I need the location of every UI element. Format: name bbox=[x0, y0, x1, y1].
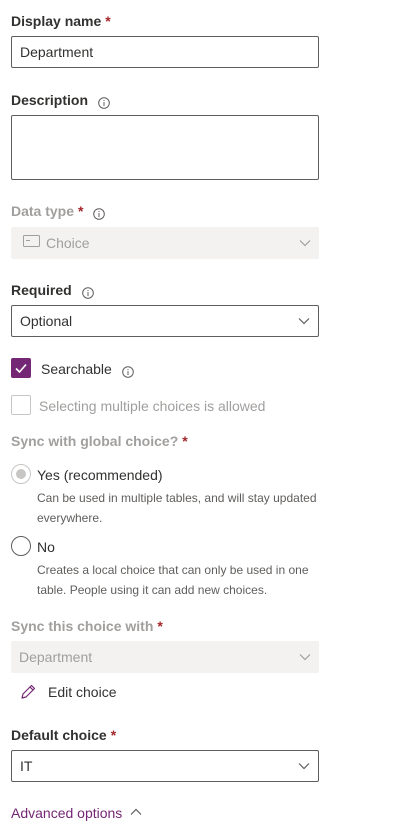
data-type-value: Choice bbox=[46, 235, 90, 251]
required-value: Optional bbox=[20, 313, 73, 329]
sync-yes-radio bbox=[11, 464, 31, 484]
chevron-down-icon bbox=[298, 306, 310, 336]
data-type-dropdown: Choice bbox=[11, 227, 319, 259]
searchable-checkbox[interactable] bbox=[11, 358, 31, 378]
choice-type-icon bbox=[23, 226, 40, 258]
chevron-down-icon bbox=[299, 641, 311, 673]
multiple-choices-label: Selecting multiple choices is allowed bbox=[39, 398, 266, 414]
info-icon[interactable] bbox=[121, 364, 134, 379]
sync-choice-label: Sync this choice with * bbox=[11, 617, 163, 635]
sync-no-description: Creates a local choice that can only be … bbox=[37, 563, 309, 597]
default-choice-label: Default choice * bbox=[11, 726, 116, 744]
display-name-label: Display name * bbox=[11, 12, 111, 30]
required-dropdown[interactable]: Optional bbox=[11, 305, 319, 337]
default-choice-value: IT bbox=[20, 758, 33, 774]
checkmark-icon bbox=[15, 363, 27, 374]
sync-yes-label: Yes (recommended) bbox=[37, 467, 163, 483]
sync-choice-value: Department bbox=[19, 649, 93, 665]
info-icon[interactable] bbox=[93, 206, 106, 221]
chevron-down-icon bbox=[298, 751, 310, 781]
description-textarea[interactable] bbox=[11, 115, 319, 180]
sync-global-label: Sync with global choice? * bbox=[11, 432, 188, 450]
required-asterisk: * bbox=[105, 13, 111, 29]
required-asterisk: * bbox=[78, 203, 84, 219]
required-asterisk: * bbox=[157, 618, 163, 634]
sync-no-label: No bbox=[37, 539, 55, 555]
sync-yes-description: Can be used in multiple tables, and will… bbox=[37, 491, 317, 525]
pencil-icon bbox=[19, 683, 37, 701]
searchable-label-text: Searchable bbox=[41, 361, 112, 377]
required-label-text: Required bbox=[11, 282, 72, 298]
sync-choice-label-text: Sync this choice with bbox=[11, 618, 154, 634]
display-name-label-text: Display name bbox=[11, 13, 102, 29]
advanced-options-toggle[interactable]: Advanced options bbox=[11, 805, 142, 821]
edit-choice-label: Edit choice bbox=[48, 684, 117, 700]
chevron-up-icon bbox=[130, 803, 142, 821]
info-icon[interactable] bbox=[81, 285, 94, 300]
data-type-label: Data type * bbox=[11, 202, 106, 221]
default-choice-label-text: Default choice bbox=[11, 727, 107, 743]
multiple-choices-checkbox bbox=[11, 395, 31, 415]
searchable-label: Searchable bbox=[41, 360, 134, 379]
advanced-options-label: Advanced options bbox=[11, 805, 123, 821]
sync-global-label-text: Sync with global choice? bbox=[11, 433, 179, 449]
required-asterisk: * bbox=[110, 727, 117, 743]
description-label: Description bbox=[11, 91, 110, 110]
data-type-label-text: Data type bbox=[11, 203, 75, 219]
description-label-text: Description bbox=[11, 92, 89, 108]
chevron-down-icon bbox=[299, 227, 311, 259]
sync-no-radio[interactable] bbox=[11, 536, 31, 556]
required-asterisk: * bbox=[182, 433, 188, 449]
info-icon[interactable] bbox=[98, 95, 110, 110]
display-name-input[interactable]: Department bbox=[11, 36, 319, 68]
sync-choice-dropdown: Department bbox=[11, 641, 319, 673]
required-label: Required bbox=[11, 281, 94, 300]
edit-choice-button[interactable]: Edit choice bbox=[19, 683, 116, 701]
default-choice-dropdown[interactable]: IT bbox=[11, 750, 319, 782]
